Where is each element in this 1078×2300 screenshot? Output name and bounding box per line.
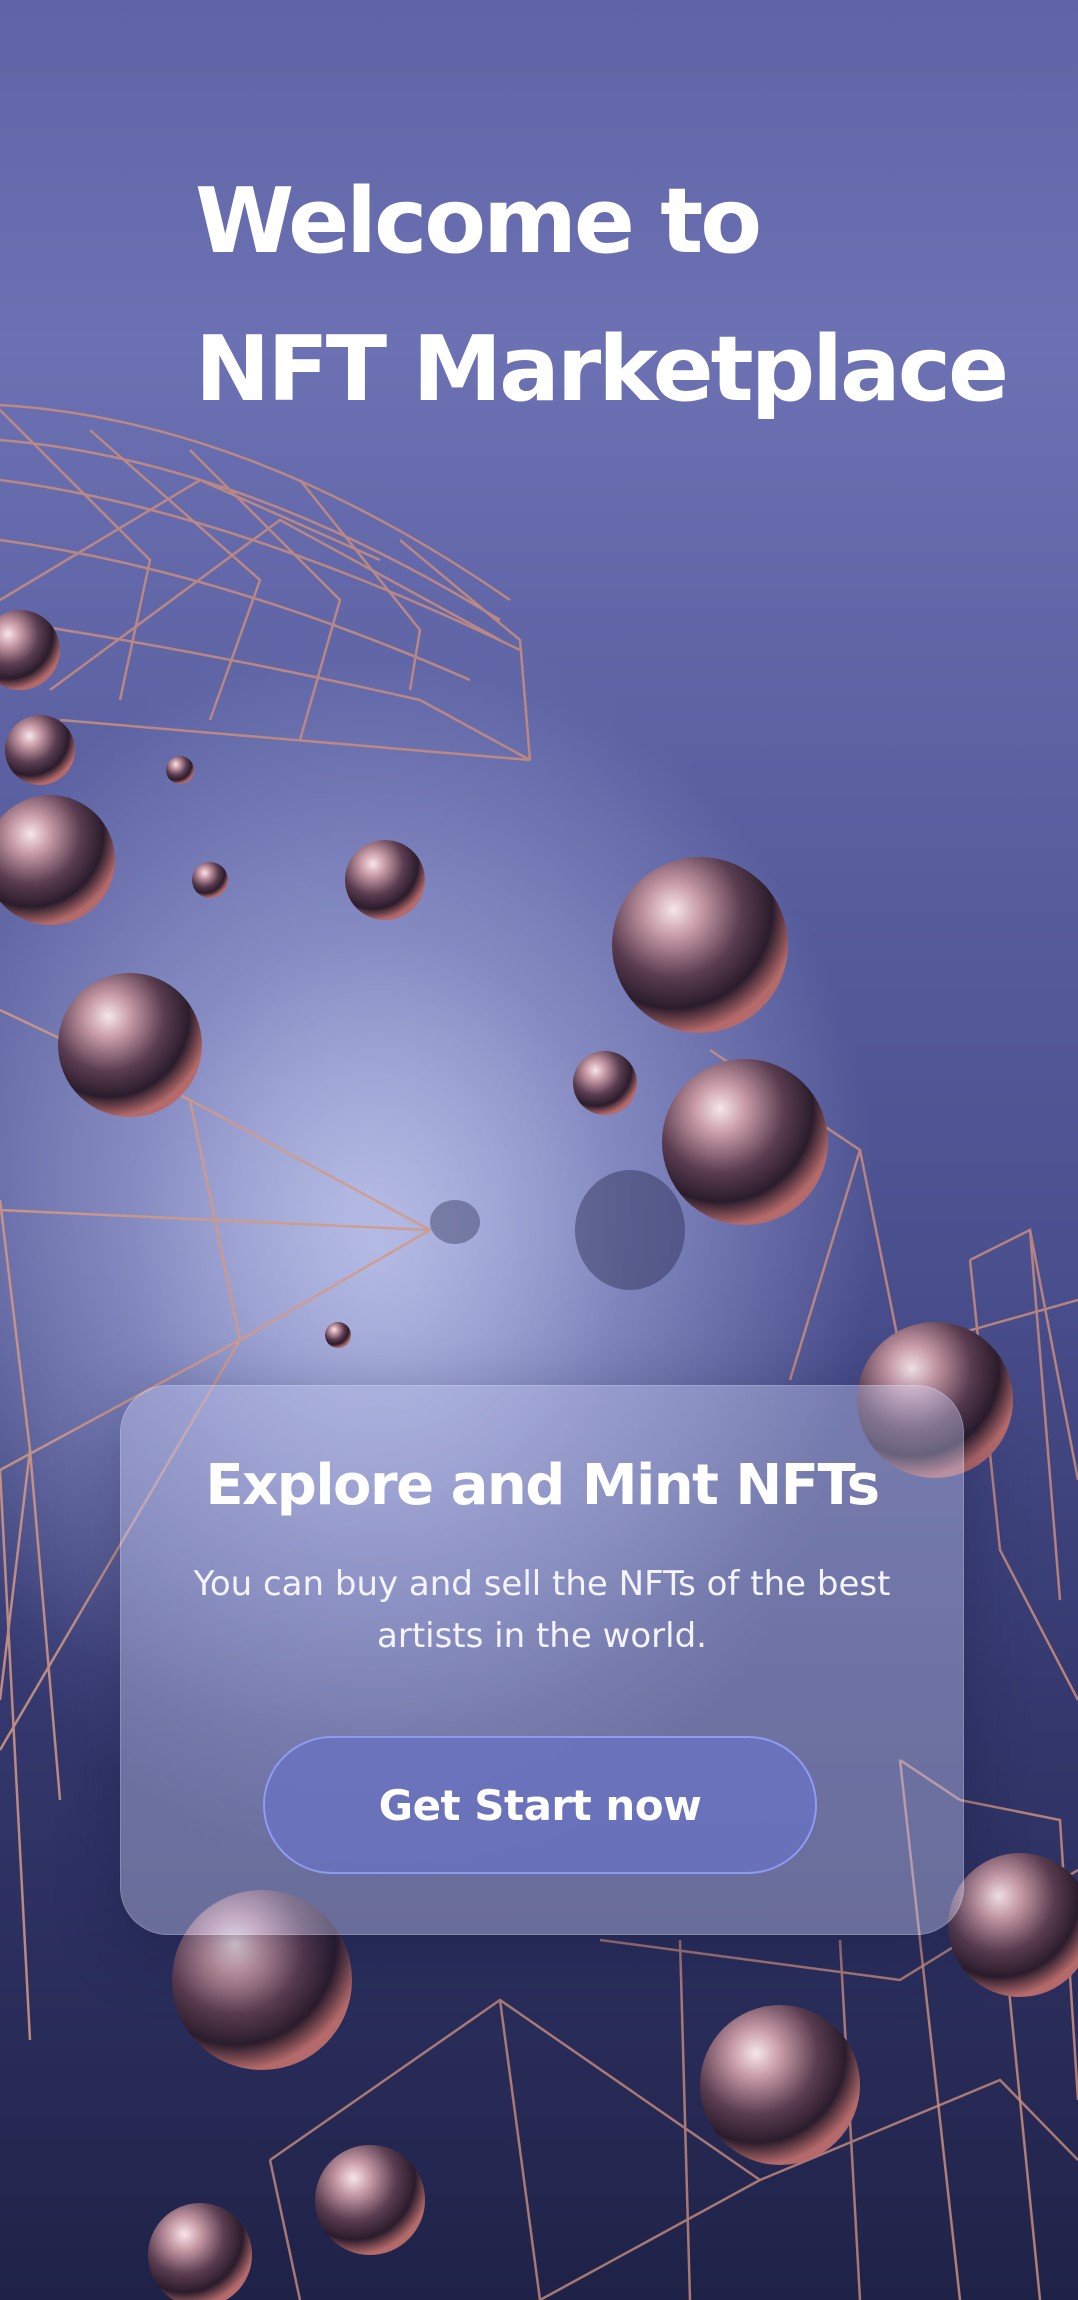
hero-title: Welcome to NFT Marketplace [195,148,1009,444]
card-description: You can buy and sell the NFTs of the bes… [193,1564,891,1656]
intro-card: Explore and Mint NFTs You can buy and se… [120,1385,964,1935]
card-title: Explore and Mint NFTs [205,1453,880,1518]
hero-title-line-2: NFT Marketplace [195,317,1009,422]
hero-title-line-1: Welcome to [195,169,762,274]
onboarding-screen: Welcome to NFT Marketplace Explore and M… [0,0,1078,2300]
get-started-button[interactable]: Get Start now [263,1736,817,1874]
